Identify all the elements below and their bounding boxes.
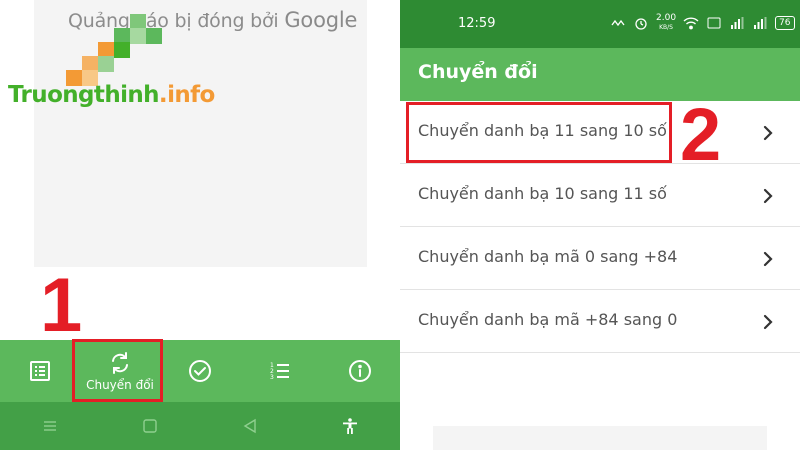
- network-speed-value: 2.00: [656, 13, 677, 23]
- system-navigation-bar: [0, 402, 400, 450]
- list-item-label: Chuyển danh bạ mã +84 sang 0: [418, 310, 678, 329]
- watermark-text: Truongthinh.info: [8, 82, 215, 108]
- chevron-right-icon: [763, 188, 773, 204]
- wifi-icon: [683, 17, 699, 30]
- step-number-1: 1: [40, 263, 83, 348]
- chevron-right-icon: [763, 251, 773, 267]
- status-bar: 12:59 2.00 KB/S 76: [400, 0, 800, 48]
- battery-icon: 76: [775, 16, 795, 30]
- chevron-right-icon: [763, 314, 773, 330]
- google-word: Google: [284, 8, 358, 32]
- svg-text:3: 3: [270, 374, 274, 381]
- network-speed-unit: KB/S: [659, 24, 673, 31]
- chevron-right-icon: [763, 125, 773, 141]
- signal-icon: [731, 17, 744, 29]
- app-bar: Chuyển đổi: [400, 48, 800, 101]
- nav-item-check[interactable]: [160, 340, 240, 402]
- highlight-box-step-2: [406, 102, 672, 163]
- alarm-icon: [635, 18, 647, 30]
- tutorial-composite: Quảng cáo bị đóng bởi Google Truongthinh…: [0, 0, 800, 450]
- left-phone-screen: Quảng cáo bị đóng bởi Google Truongthinh…: [0, 0, 400, 450]
- vibrate-icon: [611, 19, 625, 27]
- watermark-dot: .: [158, 82, 168, 108]
- list-item-label: Chuyển danh bạ 10 sang 11 số: [418, 184, 667, 203]
- list-item[interactable]: Chuyển danh bạ mã 0 sang +84: [400, 227, 800, 290]
- list-item[interactable]: Chuyển danh bạ mã +84 sang 0: [400, 290, 800, 353]
- network-speed: 2.00 KB/S: [656, 14, 676, 32]
- back-icon[interactable]: [241, 417, 259, 435]
- watermark-tld: info: [167, 82, 215, 108]
- right-phone-screen: 12:59 2.00 KB/S 76 Chuyển đổi Chuyển dan…: [400, 0, 800, 450]
- step-number-2: 2: [680, 93, 722, 176]
- numbered-list-icon: 1 2 3: [270, 362, 289, 381]
- accessibility-icon[interactable]: [341, 417, 359, 435]
- check-circle-icon: [189, 360, 211, 382]
- bottom-navigation: Chuyển đổi 1 2 3: [0, 340, 400, 402]
- nav-item-list[interactable]: [0, 340, 80, 402]
- page-title: Chuyển đổi: [418, 61, 538, 83]
- nav-item-info[interactable]: [320, 340, 400, 402]
- volte-icon: [707, 17, 721, 29]
- nav-item-numbered[interactable]: 1 2 3: [240, 340, 320, 402]
- signal-icon-2: [754, 17, 767, 29]
- home-icon[interactable]: [141, 417, 159, 435]
- menu-icon[interactable]: [41, 417, 59, 435]
- status-icons: 2.00 KB/S 76: [610, 14, 795, 32]
- list-icon: [30, 361, 50, 381]
- status-time: 12:59: [458, 16, 496, 31]
- list-item[interactable]: Chuyển danh bạ 10 sang 11 số: [400, 164, 800, 227]
- list-item-label: Chuyển danh bạ mã 0 sang +84: [418, 247, 678, 266]
- watermark-name: Truongthinh: [8, 82, 160, 108]
- highlight-box-step-1: [72, 339, 163, 402]
- info-icon: [349, 360, 371, 382]
- bottom-ad-area: [433, 426, 767, 450]
